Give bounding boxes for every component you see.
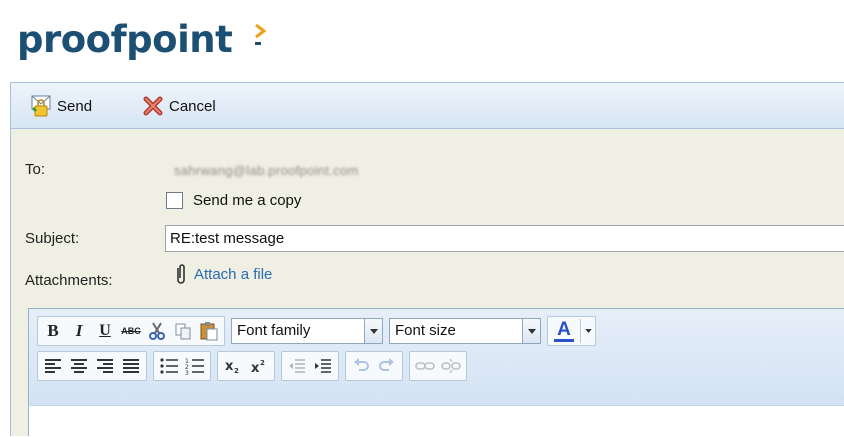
send-icon [31, 95, 51, 117]
font-family-dropdown-icon [364, 319, 382, 343]
bullet-list-button[interactable] [156, 354, 182, 378]
text-color-dropdown-icon[interactable] [580, 319, 595, 343]
action-toolbar: Send Cancel [10, 82, 844, 129]
cancel-button[interactable]: Cancel [141, 93, 216, 119]
svg-text:x: x [251, 361, 260, 374]
text-color-glyph: A [557, 318, 571, 340]
script-group: x 2 x 2 [217, 351, 275, 381]
link-group [409, 351, 467, 381]
font-size-value: Font size [395, 322, 456, 339]
numbered-list-icon: 1 2 3 [185, 358, 204, 375]
cancel-label: Cancel [169, 97, 216, 115]
font-size-select[interactable]: Font size [389, 318, 541, 344]
copy-button[interactable] [170, 319, 196, 343]
superscript-icon: x 2 [251, 359, 265, 374]
to-label: To: [25, 161, 46, 178]
font-size-dropdown-icon [522, 319, 540, 343]
cancel-x-icon [143, 96, 163, 116]
align-group [37, 351, 147, 381]
paperclip-icon [177, 264, 185, 284]
svg-text:3: 3 [185, 370, 189, 375]
subject-label: Subject: [25, 230, 80, 247]
cut-button[interactable] [144, 319, 170, 343]
svg-text:x: x [225, 359, 234, 374]
send-label: Send [57, 97, 93, 115]
send-copy-label: Send me a copy [193, 192, 302, 209]
outdent-icon [289, 359, 305, 373]
list-group: 1 2 3 [153, 351, 211, 381]
send-button[interactable]: Send [29, 93, 92, 119]
send-copy-row: Send me a copy [166, 192, 301, 209]
editor-body[interactable] [29, 405, 844, 437]
justify-icon [123, 359, 139, 373]
header: proofpoint [0, 0, 844, 82]
unlink-icon [441, 358, 461, 374]
superscript-button[interactable]: x 2 [246, 354, 272, 378]
link-icon [415, 362, 435, 370]
strikethrough-button[interactable]: ABC [118, 319, 144, 343]
scissors-icon [149, 322, 165, 340]
outdent-button[interactable] [284, 354, 310, 378]
rich-text-editor: B I U ABC Font family Font size A 1 2 3 … [28, 308, 844, 437]
editor-toolbar-row-2: 1 2 3 x 2 x 2 [37, 351, 473, 381]
font-family-select[interactable]: Font family [231, 318, 383, 344]
copy-icon [175, 323, 191, 340]
align-left-button[interactable] [40, 354, 66, 378]
editor-toolbar: B I U ABC Font family Font size A 1 2 3 … [29, 309, 844, 405]
logo-chevron-icon [255, 23, 267, 45]
unlink-button[interactable] [438, 354, 464, 378]
insert-link-button[interactable] [412, 354, 438, 378]
indent-button[interactable] [310, 354, 336, 378]
indent-group [281, 351, 339, 381]
align-center-button[interactable] [66, 354, 92, 378]
align-right-button[interactable] [92, 354, 118, 378]
format-group: B I U ABC [37, 316, 225, 346]
indent-icon [315, 359, 331, 373]
undo-button[interactable] [348, 354, 374, 378]
svg-text:2: 2 [234, 367, 239, 374]
bullet-list-icon [160, 358, 178, 374]
redo-icon [379, 358, 394, 371]
proofpoint-logo: proofpoint [17, 18, 233, 61]
text-color-icon: A [548, 319, 580, 343]
compose-form: To: sahrwang@lab.proofpoint.com Send me … [10, 129, 844, 437]
align-center-icon [71, 359, 87, 373]
font-family-value: Font family [237, 322, 311, 339]
align-right-icon [97, 359, 113, 373]
subject-input[interactable]: RE:test message [165, 225, 844, 252]
attach-file-link[interactable]: Attach a file [174, 262, 272, 286]
bold-button[interactable]: B [40, 319, 66, 343]
align-left-icon [45, 359, 61, 373]
svg-text:2: 2 [260, 359, 265, 367]
redo-button[interactable] [374, 354, 400, 378]
italic-button[interactable]: I [66, 319, 92, 343]
paste-button[interactable] [196, 319, 222, 343]
subscript-button[interactable]: x 2 [220, 354, 246, 378]
subscript-icon: x 2 [225, 359, 239, 374]
attach-file-text[interactable]: Attach a file [194, 266, 272, 283]
underline-button[interactable]: U [92, 319, 118, 343]
paste-icon [200, 322, 218, 341]
numbered-list-button[interactable]: 1 2 3 [182, 354, 208, 378]
send-copy-checkbox[interactable] [166, 192, 183, 209]
text-color-button[interactable]: A [547, 316, 596, 346]
editor-toolbar-row-1: B I U ABC Font family Font size A [37, 316, 602, 346]
to-value: sahrwang@lab.proofpoint.com [174, 163, 359, 178]
history-group [345, 351, 403, 381]
attachments-label: Attachments: [25, 272, 113, 289]
undo-icon [354, 358, 369, 371]
justify-button[interactable] [118, 354, 144, 378]
